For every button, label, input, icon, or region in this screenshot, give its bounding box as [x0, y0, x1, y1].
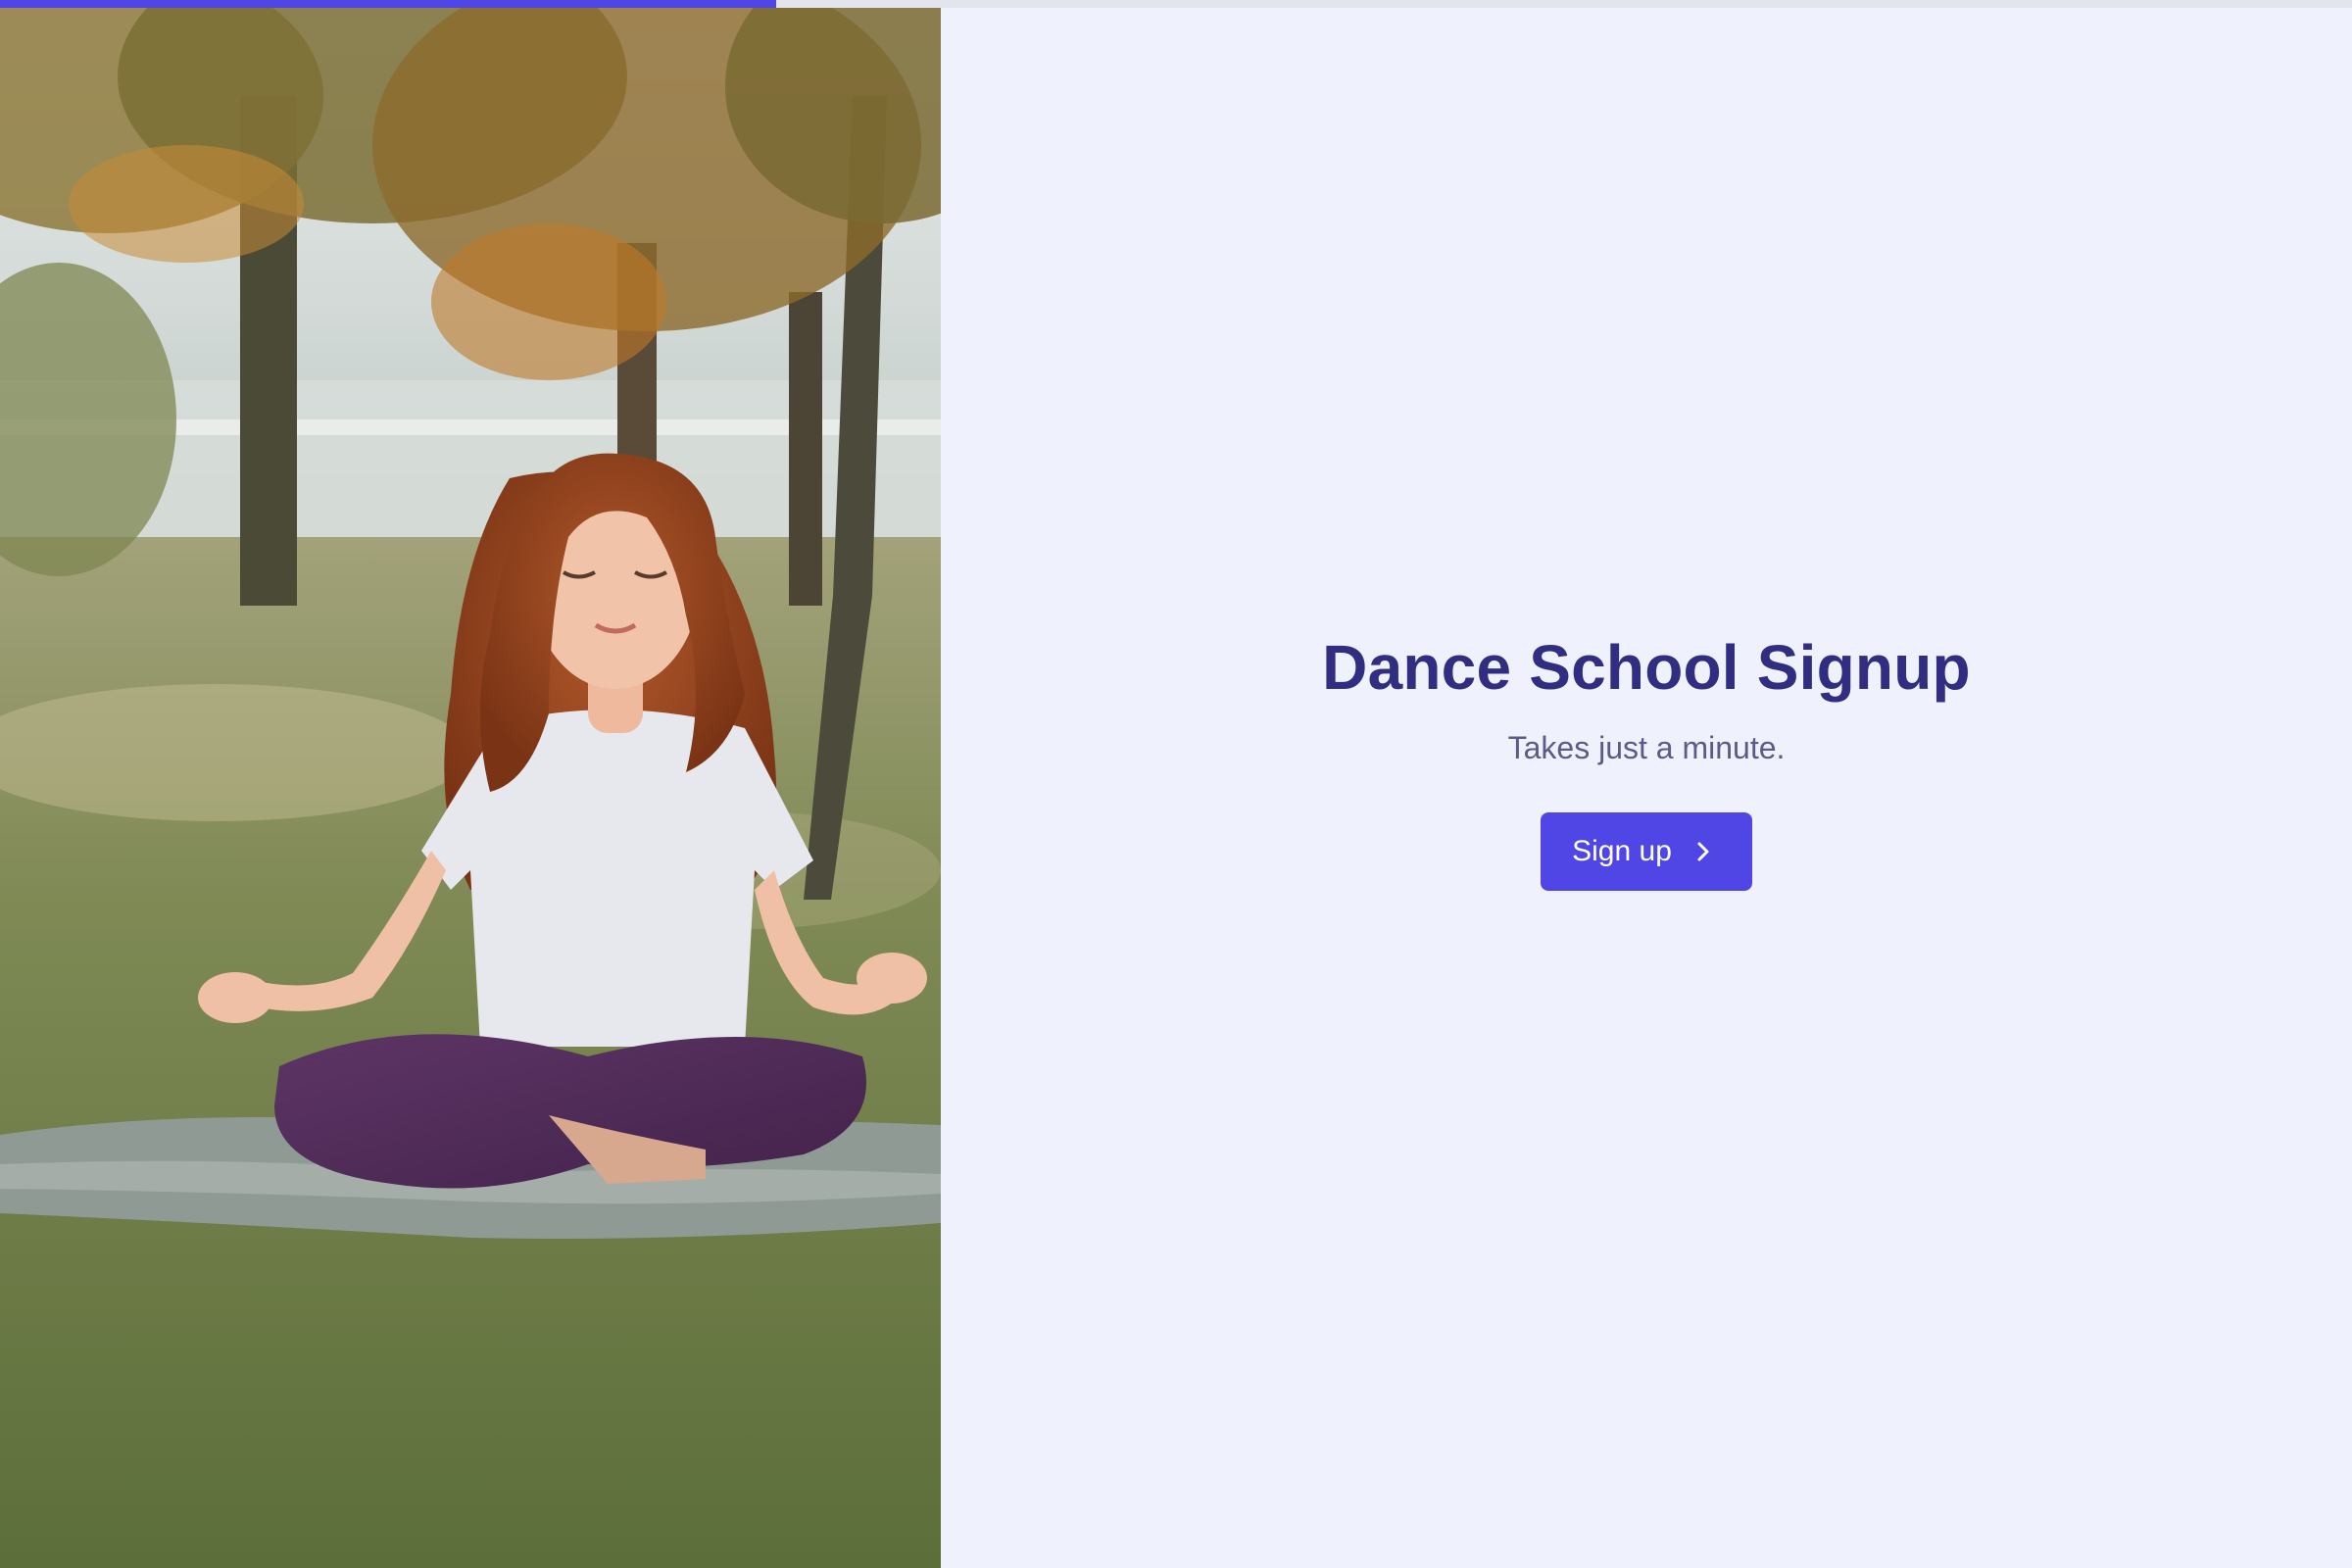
signup-intro: Dance School Signup Takes just a minute.… — [941, 8, 2352, 1568]
meditating-woman-illustration — [0, 8, 941, 1568]
progress-bar-fill — [0, 0, 776, 8]
page-title: Dance School Signup — [1322, 632, 1971, 704]
progress-bar — [0, 0, 2352, 8]
chevron-right-icon — [1693, 840, 1713, 863]
sign-up-button[interactable]: Sign up — [1541, 811, 1752, 891]
page-subtitle: Takes just a minute. — [1507, 730, 1786, 766]
signup-page: Dance School Signup Takes just a minute.… — [0, 0, 2352, 1568]
hero-photo — [0, 8, 941, 1568]
sign-up-button-label: Sign up — [1572, 834, 1672, 867]
